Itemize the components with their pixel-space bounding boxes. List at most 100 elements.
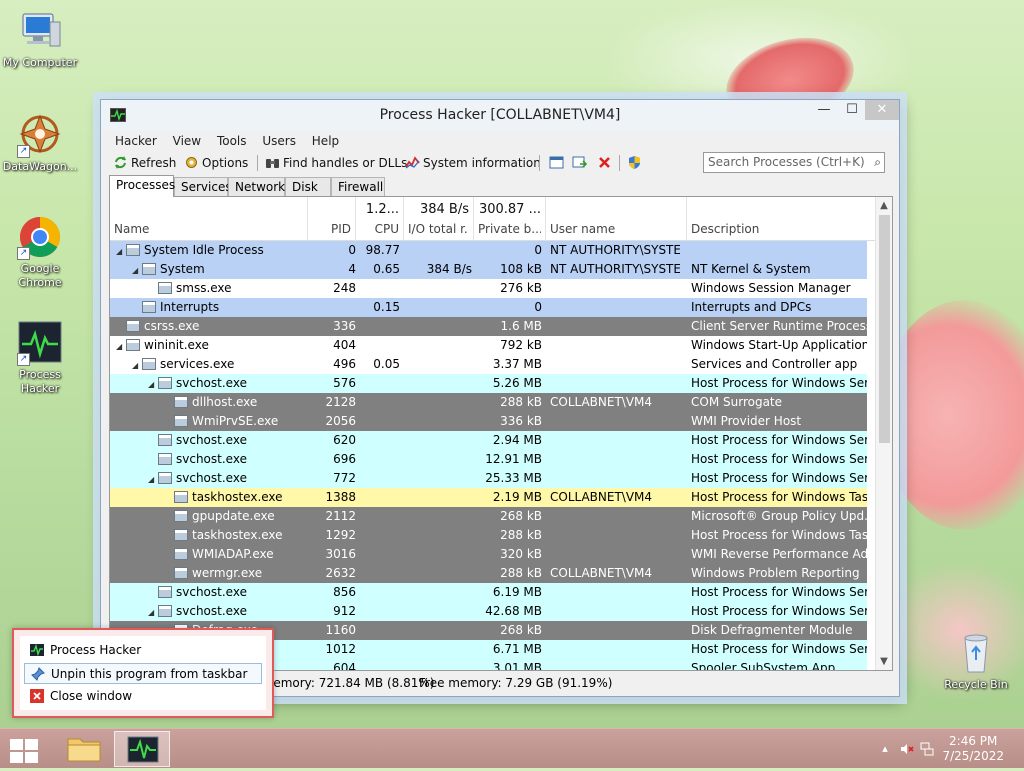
window-go-button[interactable]: [572, 153, 590, 173]
process-row[interactable]: svchost.exe 620 2.94 MB Host Process for Wi…: [110, 431, 867, 450]
process-row[interactable]: csrss.exe 336 1.6 MB Client Server Runtime …: [110, 317, 867, 336]
vertical-scrollbar[interactable]: ▲ ▼: [875, 197, 892, 670]
jump-list-item-unpin[interactable]: Unpin this program from taskbar: [24, 663, 262, 684]
speaker-muted-icon[interactable]: [900, 742, 914, 756]
menu-help[interactable]: Help: [306, 132, 345, 150]
column-header-description[interactable]: Description: [687, 197, 878, 241]
desktop-icon-datawagon[interactable]: ↗ DataWagon...: [0, 112, 80, 174]
process-row[interactable]: dllhost.exe 2128 288 kB COLLABNET\VM4 COM Su…: [110, 393, 867, 412]
process-row[interactable]: gpupdate.exe 2112 268 kB Microsoft® Group P…: [110, 507, 867, 526]
menu-tools[interactable]: Tools: [211, 132, 253, 150]
process-row[interactable]: taskhostex.exe 1388 2.19 MB COLLABNET\VM4 Ho…: [110, 488, 867, 507]
taskbar-file-explorer[interactable]: [56, 731, 112, 767]
process-user-name: [550, 317, 680, 336]
process-row[interactable]: ◢ svchost.exe 772 25.33 MB Host Process for …: [110, 469, 867, 488]
expand-collapse-icon[interactable]: ◢: [116, 242, 126, 260]
network-icon[interactable]: [920, 742, 934, 756]
scroll-thumb[interactable]: [879, 215, 890, 443]
process-private-bytes: 320 kB: [500, 547, 542, 561]
process-row[interactable]: taskhostex.exe 1292 288 kB Host Process for…: [110, 526, 867, 545]
expand-collapse-icon[interactable]: ◢: [148, 470, 158, 488]
column-header-user-name[interactable]: User name: [546, 197, 687, 241]
scroll-up-icon[interactable]: ▲: [876, 197, 892, 214]
elevate-button[interactable]: [627, 153, 645, 173]
process-user-name: NT AUTHORITY\SYSTEM: [550, 262, 680, 276]
close-button[interactable]: ✕: [865, 100, 899, 120]
menu-hacker[interactable]: Hacker: [109, 132, 163, 150]
jump-list-item-process-hacker[interactable]: Process Hacker: [24, 640, 262, 661]
process-row[interactable]: Interrupts 0.15 0 Interrupts and DPCs: [110, 298, 867, 317]
maximize-button[interactable]: ☐: [839, 100, 865, 120]
title-bar[interactable]: Process Hacker [COLLABNET\VM4] — ☐ ✕: [101, 100, 899, 130]
show-hidden-icons-icon[interactable]: ▴: [878, 742, 892, 756]
options-button[interactable]: Options: [184, 153, 248, 173]
process-pid: 576: [333, 376, 356, 390]
process-row[interactable]: ◢ svchost.exe 576 5.26 MB Host Process for W…: [110, 374, 867, 393]
process-row[interactable]: WMIADAP.exe 3016 320 kB WMI Reverse Perform…: [110, 545, 867, 564]
menu-view[interactable]: View: [167, 132, 207, 150]
process-row[interactable]: wermgr.exe 2632 288 kB COLLABNET\VM4 Windows…: [110, 564, 867, 583]
taskbar-process-hacker[interactable]: [114, 731, 170, 767]
process-description: COM Surrogate: [691, 395, 783, 409]
process-pid: 2056: [325, 414, 356, 428]
process-row[interactable]: ◢ System 4 0.65 384 B/s 108 kB NT AUTHORITY\SY…: [110, 260, 867, 279]
process-user-name: [550, 659, 680, 670]
refresh-button[interactable]: Refresh: [113, 153, 176, 173]
process-description: Spooler SubSystem App: [691, 661, 836, 671]
process-pid: 248: [333, 281, 356, 295]
start-button[interactable]: [8, 737, 38, 763]
jump-list-item-close-window[interactable]: Close window: [24, 686, 262, 707]
process-row[interactable]: ◢ wininit.exe 404 792 kB Windows Start-Up Ap…: [110, 336, 867, 355]
desktop-icon-process-hacker[interactable]: ↗ Process Hacker: [0, 320, 80, 396]
desktop-icon-chrome[interactable]: ↗ Google Chrome: [0, 214, 80, 290]
process-row[interactable]: ◢ svchost.exe 912 42.68 MB Host Process for …: [110, 602, 867, 621]
tab-firewall[interactable]: Firewall: [331, 177, 385, 196]
process-row[interactable]: svchost.exe 696 12.91 MB Host Process for W…: [110, 450, 867, 469]
process-user-name: COLLABNET\VM4: [550, 395, 653, 409]
menu-bar: Hacker View Tools Users Help: [109, 132, 345, 152]
search-icon[interactable]: ⌕: [874, 155, 881, 170]
system-information-button[interactable]: System information: [405, 153, 541, 173]
menu-users[interactable]: Users: [256, 132, 302, 150]
search-input[interactable]: Search Processes (Ctrl+K) ⌕: [703, 152, 885, 173]
clock[interactable]: 2:46 PM 7/25/2022: [942, 734, 1004, 764]
process-private-bytes: 792 kB: [500, 338, 542, 352]
process-row[interactable]: svchost.exe 856 6.19 MB Host Process for Wi…: [110, 583, 867, 602]
system-information-label: System information: [423, 156, 541, 170]
process-io-total: [400, 241, 472, 260]
find-handles-button[interactable]: Find handles or DLLs: [265, 153, 407, 173]
column-header-cpu[interactable]: 1.2... CPU: [356, 197, 404, 241]
expand-collapse-icon[interactable]: ◢: [132, 261, 142, 279]
desktop-icon-my-computer[interactable]: My Computer: [0, 8, 80, 70]
tab-processes[interactable]: Processes: [109, 175, 175, 197]
window-icon-button[interactable]: [549, 153, 567, 173]
expand-collapse-icon[interactable]: ◢: [148, 375, 158, 393]
expand-collapse-icon[interactable]: ◢: [116, 337, 126, 355]
minimize-button[interactable]: —: [811, 100, 837, 120]
tab-disk[interactable]: Disk: [285, 177, 331, 196]
column-header-private-bytes[interactable]: 300.87 ... Private b...: [474, 197, 546, 241]
process-pid: 912: [333, 604, 356, 618]
process-description: Host Process for Windows Ser...: [691, 471, 867, 485]
scroll-down-icon[interactable]: ▼: [876, 653, 892, 670]
desktop-icon-recycle-bin[interactable]: Recycle Bin: [936, 630, 1016, 692]
process-row[interactable]: ◢ System Idle Process 0 98.77 0 NT AUTHORITY\…: [110, 241, 867, 260]
process-private-bytes: 268 kB: [500, 509, 542, 523]
process-io-total: [400, 412, 472, 431]
process-row[interactable]: ◢ services.exe 496 0.05 3.37 MB Services and …: [110, 355, 867, 374]
terminate-button[interactable]: [597, 153, 615, 173]
column-header-name[interactable]: Name: [110, 197, 308, 241]
expand-collapse-icon[interactable]: ◢: [132, 356, 142, 374]
io-total: 384 B/s: [419, 202, 469, 217]
process-row[interactable]: smss.exe 248 276 kB Windows Session Manager: [110, 279, 867, 298]
process-name: svchost.exe: [176, 585, 247, 599]
process-icon: [174, 415, 188, 427]
tab-services[interactable]: Services: [174, 177, 232, 196]
process-private-bytes: 336 kB: [500, 414, 542, 428]
shortcut-arrow-icon: ↗: [17, 247, 30, 260]
process-row[interactable]: WmiPrvSE.exe 2056 336 kB WMI Provider Host: [110, 412, 867, 431]
expand-collapse-icon[interactable]: ◢: [148, 603, 158, 621]
tab-network[interactable]: Network: [228, 177, 285, 196]
column-header-io-total[interactable]: 384 B/s I/O total r...: [404, 197, 474, 241]
column-header-pid[interactable]: PID: [308, 197, 356, 241]
